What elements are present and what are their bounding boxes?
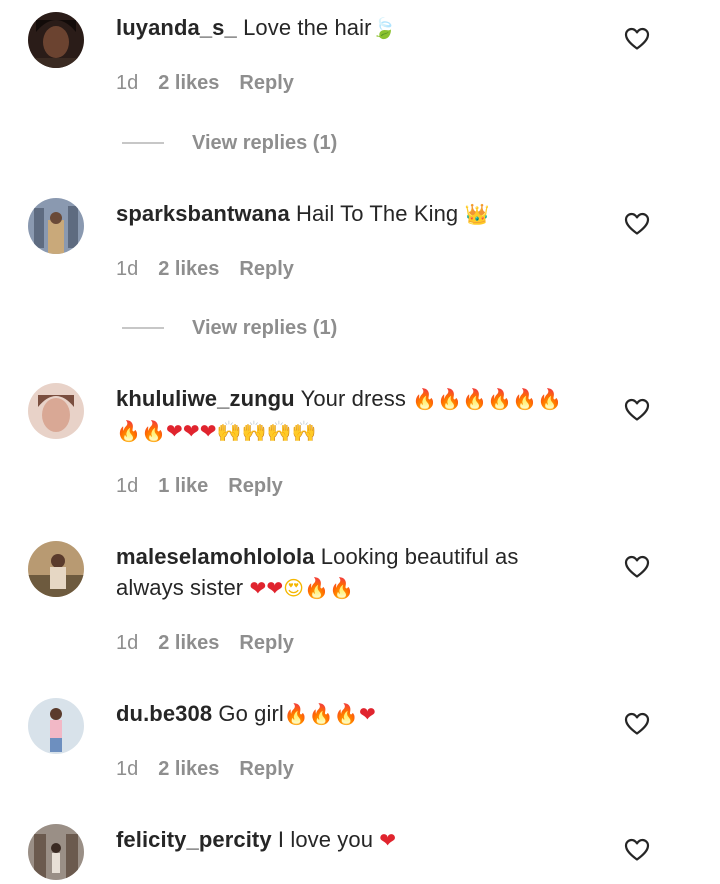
fire-emoji: 🔥 [329,576,355,600]
comment-body: Hail To The King [296,201,459,226]
fire-emoji: 🔥 [283,702,309,726]
red-heart-emoji: ❤ [199,419,217,443]
comment-text: felicity_percity I love you ❤ [116,824,586,856]
avatar[interactable] [28,383,84,439]
comment-body: I love you [277,827,374,852]
fire-emoji: 🔥 [437,387,463,411]
raising-hands-emoji: 🙌 [291,419,317,443]
comment-timestamp: 1d [116,72,139,94]
comment-username[interactable]: du.be308 [116,701,212,726]
view-replies-label: View replies (1) [192,132,338,154]
fire-emoji: 🔥 [333,702,359,726]
comment-likes-count[interactable]: 2 likes [158,70,219,96]
fire-emoji: 🔥 [512,387,538,411]
crown-emoji: 👑 [464,202,490,226]
comment-meta: 1d 2 likes Reply [116,630,294,656]
comment-meta: 1d 2 likes Reply [116,256,294,282]
comment-username[interactable]: sparksbantwana [116,201,290,226]
fire-emoji: 🔥 [308,702,334,726]
like-heart-icon[interactable] [624,838,650,862]
comment-timestamp: 1d [116,475,139,497]
like-heart-icon[interactable] [624,712,650,736]
raising-hands-emoji: 🙌 [266,419,292,443]
emoji-group: 🍃 [372,15,397,40]
comment-likes-count[interactable]: 2 likes [158,756,219,782]
avatar[interactable] [28,541,84,597]
comment-username[interactable]: khululiwe_zungu [116,386,295,411]
comment-likes-count[interactable]: 1 like [158,473,208,499]
emoji-group: 🔥🔥🔥❤ [284,701,376,726]
reply-button[interactable]: Reply [228,473,282,499]
fire-emoji: 🔥 [116,419,142,443]
red-heart-emoji: ❤ [166,419,183,443]
comment-text: maleselamohlolola Looking beautiful as a… [116,541,586,604]
reply-button[interactable]: Reply [239,630,293,656]
comment-likes-count[interactable]: 2 likes [158,630,219,656]
comment-username[interactable]: felicity_percity [116,827,272,852]
comment-body: Go girl [218,701,284,726]
comment-body: Your dress [300,386,406,411]
comment-username[interactable]: maleselamohlolola [116,544,315,569]
comment-meta: 1d 2 likes Reply [116,70,294,96]
avatar[interactable] [28,12,84,68]
comment-timestamp: 1d [116,758,139,780]
heart-eyes-emoji: 😍 [283,576,305,600]
fire-emoji: 🔥 [537,387,563,411]
comment-timestamp: 1d [116,258,139,280]
fire-emoji: 🔥 [462,387,488,411]
leaf-emoji: 🍃 [371,16,397,40]
raising-hands-emoji: 🙌 [216,419,242,443]
red-heart-emoji: ❤ [182,419,200,443]
reply-button[interactable]: Reply [239,70,293,96]
like-heart-icon[interactable] [624,27,650,51]
replies-divider-line [122,327,164,329]
comment-body: Love the hair [243,15,372,40]
view-replies-button[interactable]: View replies (1) [122,315,337,341]
view-replies-label: View replies (1) [192,317,338,339]
avatar[interactable] [28,824,84,880]
fire-emoji: 🔥 [412,387,438,411]
comment-username[interactable]: luyanda_s_ [116,15,237,40]
like-heart-icon[interactable] [624,398,650,422]
comment-text: luyanda_s_ Love the hair🍃 [116,12,586,44]
comment-text: khululiwe_zungu Your dress 🔥🔥🔥🔥🔥🔥🔥🔥❤❤❤🙌🙌… [116,383,586,447]
fire-emoji: 🔥 [487,387,513,411]
emoji-group: 👑 [464,201,489,226]
fire-emoji: 🔥 [304,576,330,600]
comment-likes-count[interactable]: 2 likes [158,256,219,282]
red-heart-emoji: ❤ [249,576,267,600]
fire-emoji: 🔥 [141,419,167,443]
comment-timestamp: 1d [116,632,139,654]
emoji-group: ❤ [379,827,396,852]
raising-hands-emoji: 🙌 [241,419,267,443]
red-heart-emoji: ❤ [379,828,397,852]
reply-button[interactable]: Reply [239,756,293,782]
reply-button[interactable]: Reply [239,256,293,282]
replies-divider-line [122,142,164,144]
red-heart-emoji: ❤ [358,702,376,726]
avatar[interactable] [28,698,84,754]
comment-meta: 1d 2 likes Reply [116,756,294,782]
comment-text: sparksbantwana Hail To The King 👑 [116,198,586,230]
view-replies-button[interactable]: View replies (1) [122,130,337,156]
comment-meta: 1d 1 like Reply [116,473,283,499]
like-heart-icon[interactable] [624,212,650,236]
like-heart-icon[interactable] [624,555,650,579]
red-heart-emoji: ❤ [266,576,284,600]
emoji-group: ❤❤😍🔥🔥 [249,575,354,600]
comment-text: du.be308 Go girl🔥🔥🔥❤ [116,698,586,730]
avatar[interactable] [28,198,84,254]
